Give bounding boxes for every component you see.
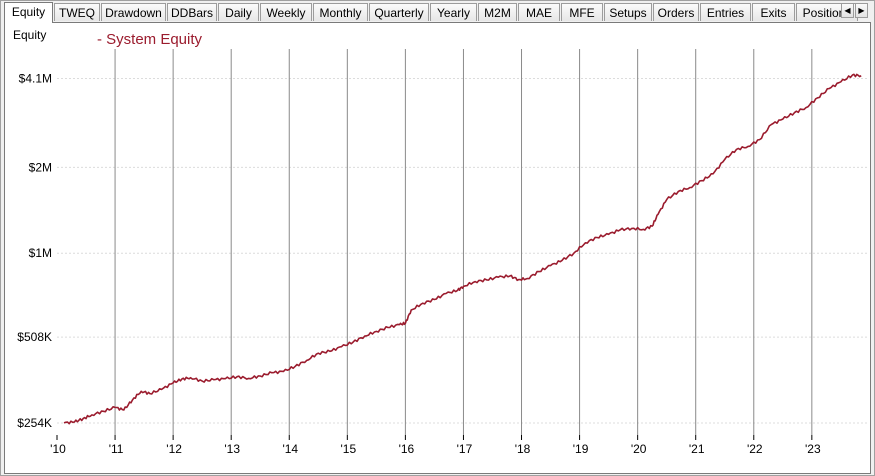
- tab-entries[interactable]: Entries: [700, 3, 751, 21]
- tab-quarterly[interactable]: Quarterly: [369, 3, 429, 21]
- tab-scroll-right-button[interactable]: ▶: [855, 3, 868, 18]
- tab-orders[interactable]: Orders: [653, 3, 699, 21]
- tab-yearly[interactable]: Yearly: [430, 3, 477, 21]
- x-tick-label: '14: [282, 442, 298, 456]
- x-tick-label: '22: [747, 442, 763, 456]
- tab-bar: Equity TWEQ Drawdown DDBars Daily Weekly Month…: [4, 2, 872, 23]
- tab-mae[interactable]: MAE: [518, 3, 560, 21]
- tab-daily[interactable]: Daily: [218, 3, 259, 21]
- y-tick-label: $4.1M: [19, 71, 52, 85]
- x-tick-label: '16: [399, 442, 415, 456]
- x-tick-label: '11: [109, 442, 124, 456]
- x-tick-label: '10: [50, 442, 66, 456]
- tab-ddbars[interactable]: DDBars: [167, 3, 217, 21]
- tab-setups[interactable]: Setups: [604, 3, 652, 21]
- series-line-system-equity: [63, 73, 862, 425]
- y-tick-label: $1M: [29, 246, 52, 260]
- grid-lines: [57, 49, 867, 435]
- chart-panel: Equity - System Equity $254K $508K $1M $2M $…: [4, 22, 871, 474]
- x-tick-label: '12: [166, 442, 182, 456]
- x-tick-label: '17: [457, 442, 473, 456]
- y-tick-label: $2M: [29, 160, 52, 174]
- y-tick-label: $254K: [17, 416, 52, 430]
- pane-title: Equity: [13, 28, 46, 42]
- scroll-right-icon: ▶: [858, 6, 865, 15]
- x-tick-label: '20: [631, 442, 647, 456]
- y-axis: $254K $508K $1M $2M $4.1M: [17, 71, 52, 430]
- tab-tweq[interactable]: TWEQ: [54, 3, 100, 21]
- x-tick-label: '13: [224, 442, 240, 456]
- x-tick-label: '18: [515, 442, 531, 456]
- x-tick-label: '19: [573, 442, 589, 456]
- y-tick-label: $508K: [17, 330, 52, 344]
- x-tick-label: '15: [341, 442, 357, 456]
- scroll-left-icon: ◀: [844, 6, 851, 15]
- tab-weekly[interactable]: Weekly: [260, 3, 312, 21]
- tab-exits[interactable]: Exits: [752, 3, 795, 21]
- tab-equity[interactable]: Equity: [4, 2, 53, 23]
- x-axis: '10 '11 '12 '13 '14 '15 '16 '17 '18 '19 '20 '21 '22 '…: [50, 435, 821, 456]
- x-tick-label: '21: [689, 442, 705, 456]
- tab-m2m[interactable]: M2M: [478, 3, 517, 21]
- tab-mfe[interactable]: MFE: [561, 3, 603, 21]
- equity-chart: Equity - System Equity $254K$508K$1M$2M$…: [13, 28, 867, 456]
- legend-system-equity: - System Equity: [97, 31, 203, 48]
- tab-monthly[interactable]: Monthly: [313, 3, 368, 21]
- x-tick-label: '23: [805, 442, 821, 456]
- tab-drawdown[interactable]: Drawdown: [101, 3, 166, 21]
- tab-scroll-left-button[interactable]: ◀: [841, 3, 854, 18]
- series-layer: [63, 73, 862, 425]
- equity-window: Equity TWEQ Drawdown DDBars Daily Weekly Month…: [0, 0, 875, 476]
